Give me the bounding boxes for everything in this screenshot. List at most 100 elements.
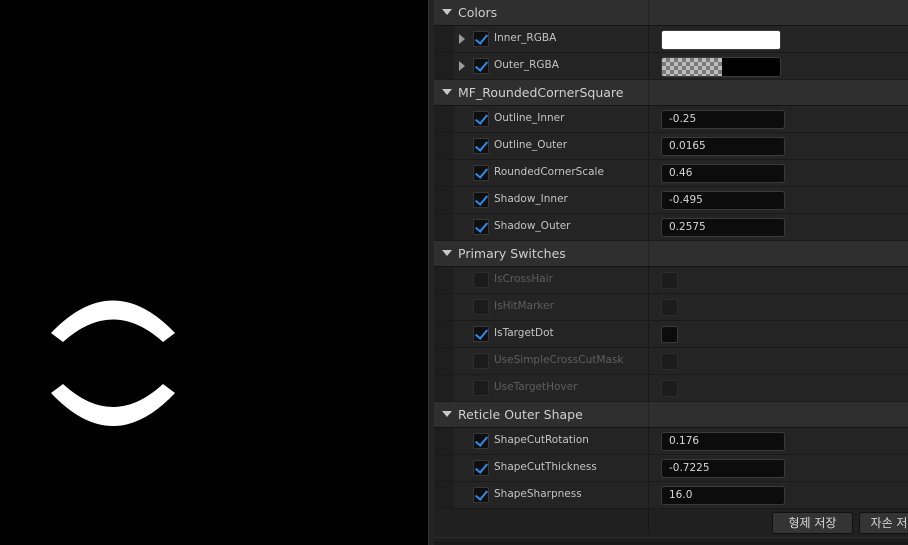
- override-checkbox[interactable]: [473, 326, 489, 342]
- column-divider: [648, 482, 649, 508]
- property-row-shapesharpness: ShapeSharpness 16.0: [434, 482, 908, 509]
- row-indent: [434, 214, 454, 240]
- row-indent: [434, 267, 454, 293]
- property-row-outline-outer: Outline_Outer 0.0165: [434, 133, 908, 160]
- value-input[interactable]: -0.7225: [661, 459, 785, 478]
- property-row-shapecutrotation: ShapeCutRotation 0.176: [434, 428, 908, 455]
- collapse-arrow-icon[interactable]: [442, 89, 452, 95]
- row-indent: [434, 160, 454, 186]
- reticle-top-arc: [51, 300, 175, 342]
- property-label: Shadow_Inner: [494, 193, 568, 205]
- category-header-colors[interactable]: Colors: [434, 0, 908, 26]
- override-checkbox[interactable]: [473, 111, 489, 127]
- override-checkbox[interactable]: [473, 487, 489, 503]
- bool-value-checkbox: [661, 380, 678, 397]
- column-divider: [648, 133, 649, 159]
- property-row-roundedcornerscale: RoundedCornerScale 0.46: [434, 160, 908, 187]
- override-checkbox[interactable]: [473, 299, 489, 315]
- property-label: ShapeCutRotation: [494, 434, 589, 446]
- property-row-iscrosshair: IsCrossHair: [434, 267, 908, 294]
- row-indent: [434, 348, 454, 374]
- category-header-mf-roundedcornersquare[interactable]: MF_RoundedCornerSquare: [434, 80, 908, 106]
- row-indent: [434, 187, 454, 213]
- collapse-arrow-icon[interactable]: [442, 411, 452, 417]
- override-checkbox[interactable]: [473, 433, 489, 449]
- override-checkbox[interactable]: [473, 138, 489, 154]
- value-input[interactable]: 0.46: [661, 164, 785, 183]
- column-divider: [648, 160, 649, 186]
- property-row-shadow-inner: Shadow_Inner -0.495: [434, 187, 908, 214]
- value-input[interactable]: -0.25: [661, 110, 785, 129]
- column-divider: [648, 428, 649, 454]
- bool-value-checkbox[interactable]: [661, 326, 678, 343]
- value-input[interactable]: 0.0165: [661, 137, 785, 156]
- column-divider: [648, 267, 649, 293]
- override-checkbox[interactable]: [473, 31, 489, 47]
- property-row-outline-inner: Outline_Inner -0.25: [434, 106, 908, 133]
- column-divider: [648, 187, 649, 213]
- collapse-arrow-icon[interactable]: [442, 250, 452, 256]
- category-title: Primary Switches: [458, 246, 566, 261]
- row-indent: [434, 482, 454, 508]
- override-checkbox[interactable]: [473, 353, 489, 369]
- collapse-arrow-icon[interactable]: [442, 9, 452, 15]
- save-child-button[interactable]: 자손 저: [859, 512, 908, 534]
- property-row-istargetdot: IsTargetDot: [434, 321, 908, 348]
- property-label: IsHitMarker: [494, 300, 554, 312]
- property-label: UseSimpleCrossCutMask: [494, 354, 624, 366]
- material-preview-viewport[interactable]: [0, 0, 428, 545]
- property-row-inner-rgba: Inner_RGBA: [434, 26, 908, 53]
- override-checkbox[interactable]: [473, 58, 489, 74]
- row-indent: [434, 53, 454, 79]
- override-checkbox[interactable]: [473, 272, 489, 288]
- column-divider: [648, 348, 649, 374]
- expand-arrow-icon[interactable]: [459, 34, 465, 44]
- row-indent: [434, 455, 454, 481]
- property-row-shapecutthickness: ShapeCutThickness -0.7225: [434, 455, 908, 482]
- property-row-ishitmarker: IsHitMarker: [434, 294, 908, 321]
- override-checkbox[interactable]: [473, 219, 489, 235]
- expand-arrow-icon[interactable]: [459, 61, 465, 71]
- category-header-primary-switches[interactable]: Primary Switches: [434, 241, 908, 267]
- value-input[interactable]: 0.2575: [661, 218, 785, 237]
- column-divider: [648, 455, 649, 481]
- column-divider: [648, 375, 649, 401]
- property-label: IsTargetDot: [494, 327, 554, 339]
- column-divider: [648, 241, 649, 266]
- swatch-color: [722, 58, 780, 76]
- property-label: ShapeCutThickness: [494, 461, 597, 473]
- footer-divider: [434, 537, 908, 538]
- details-footer: 형제 저장 자손 저: [434, 509, 908, 541]
- property-label: IsCrossHair: [494, 273, 553, 285]
- column-divider: [648, 321, 649, 347]
- column-divider: [648, 53, 649, 79]
- reticle-preview: [51, 300, 175, 426]
- value-input[interactable]: 0.176: [661, 432, 785, 451]
- row-indent: [434, 428, 454, 454]
- category-header-reticle-outer-shape[interactable]: Reticle Outer Shape: [434, 402, 908, 428]
- column-divider: [648, 0, 649, 25]
- property-row-usetargethover: UseTargetHover: [434, 375, 908, 402]
- value-input[interactable]: 16.0: [661, 486, 785, 505]
- color-swatch[interactable]: [661, 57, 781, 77]
- category-title: MF_RoundedCornerSquare: [458, 85, 624, 100]
- category-title: Reticle Outer Shape: [458, 407, 583, 422]
- property-label: Inner_RGBA: [494, 32, 557, 44]
- override-checkbox[interactable]: [473, 380, 489, 396]
- column-divider: [648, 402, 649, 427]
- property-label: RoundedCornerScale: [494, 166, 604, 178]
- row-indent: [434, 375, 454, 401]
- category-title: Colors: [458, 5, 498, 20]
- value-input[interactable]: -0.495: [661, 191, 785, 210]
- property-row-shadow-outer: Shadow_Outer 0.2575: [434, 214, 908, 241]
- override-checkbox[interactable]: [473, 165, 489, 181]
- row-indent: [434, 106, 454, 132]
- row-indent: [434, 26, 454, 52]
- override-checkbox[interactable]: [473, 192, 489, 208]
- color-swatch[interactable]: [661, 30, 781, 50]
- override-checkbox[interactable]: [473, 460, 489, 476]
- save-sibling-button[interactable]: 형제 저장: [772, 512, 853, 534]
- property-label: ShapeSharpness: [494, 488, 582, 500]
- property-label: Outline_Inner: [494, 112, 565, 124]
- column-divider: [648, 214, 649, 240]
